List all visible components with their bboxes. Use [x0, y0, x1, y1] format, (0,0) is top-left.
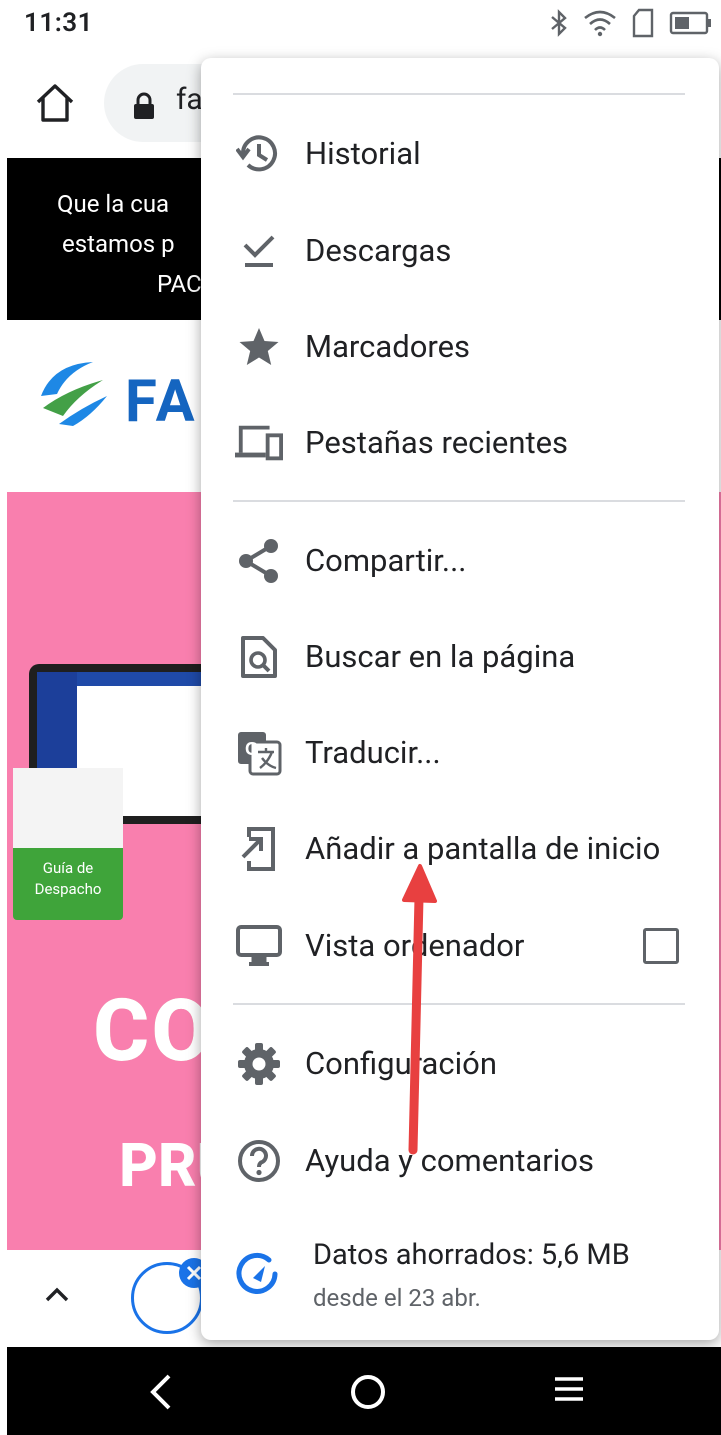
overflow-menu: Historial Descargas Marcadores Pestañas … — [201, 58, 719, 1340]
menu-item-label: Traducir... — [305, 734, 441, 771]
menu-item-label: Historial — [305, 135, 421, 172]
data-saver-subtitle: desde el 23 abr. — [313, 1284, 481, 1312]
menu-item-bookmarks[interactable]: Marcadores — [201, 299, 719, 395]
menu-item-label: Añadir a pantalla de inicio — [305, 830, 661, 867]
menu-divider — [233, 93, 685, 95]
menu-item-label: Compartir... — [305, 542, 467, 579]
menu-item-share[interactable]: Compartir... — [201, 513, 719, 609]
add-to-home-icon — [235, 825, 283, 873]
share-icon — [235, 537, 283, 585]
menu-item-help-feedback[interactable]: Ayuda y comentarios — [201, 1113, 719, 1209]
menu-item-label: Vista ordenador — [305, 927, 525, 964]
menu-item-history[interactable]: Historial — [201, 106, 719, 202]
translate-icon: G — [235, 729, 283, 777]
star-icon — [235, 323, 283, 371]
status-bar: 11:31 — [0, 0, 721, 48]
gear-icon — [235, 1040, 283, 1088]
site-logo-icon — [41, 362, 107, 426]
menu-item-translate[interactable]: G Traducir... — [201, 705, 719, 801]
home-nav-icon[interactable] — [349, 1373, 387, 1411]
menu-item-label: Descargas — [305, 232, 452, 269]
menu-item-recent-tabs[interactable]: Pestañas recientes — [201, 395, 719, 491]
desktop-icon — [235, 922, 283, 970]
desktop-site-checkbox[interactable] — [643, 928, 679, 964]
menu-item-add-to-home-screen[interactable]: Añadir a pantalla de inicio — [201, 801, 719, 897]
home-icon[interactable] — [34, 82, 76, 124]
menu-item-downloads[interactable]: Descargas — [201, 203, 719, 299]
find-in-page-icon — [235, 633, 283, 681]
sim-icon — [632, 8, 654, 38]
menu-divider — [233, 1003, 685, 1005]
menu-item-label: Configuración — [305, 1045, 497, 1082]
product-box-label: Guía de Despacho — [34, 859, 102, 898]
menu-item-find-in-page[interactable]: Buscar en la página — [201, 609, 719, 705]
site-brand: FA — [125, 368, 199, 436]
history-icon — [235, 130, 283, 178]
bluetooth-icon — [551, 9, 567, 37]
system-nav-bar — [7, 1347, 721, 1435]
lock-icon — [134, 92, 154, 119]
status-icons — [549, 8, 713, 38]
devices-icon — [235, 419, 283, 467]
help-icon — [235, 1137, 283, 1185]
status-time: 11:31 — [24, 8, 93, 38]
menu-item-label: Marcadores — [305, 328, 471, 365]
battery-icon — [669, 11, 711, 35]
svg-text:G: G — [245, 739, 259, 759]
download-check-icon — [235, 227, 283, 275]
menu-item-data-saver[interactable]: Datos ahorrados: 5,6 MB desde el 23 abr. — [201, 1218, 719, 1328]
menu-item-label: Pestañas recientes — [305, 424, 569, 461]
menu-item-label: Buscar en la página — [305, 638, 576, 675]
menu-divider — [233, 500, 685, 502]
product-box-image: Guía de Despacho — [13, 768, 123, 920]
wifi-icon — [584, 10, 616, 37]
data-saver-title: Datos ahorrados: 5,6 MB — [313, 1238, 630, 1272]
url-text: fa — [176, 82, 203, 117]
recents-menu-icon[interactable] — [553, 1373, 585, 1405]
hero-heading: CO — [93, 980, 213, 1081]
chevron-up-icon[interactable] — [43, 1284, 71, 1304]
menu-item-label: Ayuda y comentarios — [305, 1142, 594, 1179]
menu-item-desktop-site[interactable]: Vista ordenador — [201, 898, 719, 994]
data-saver-icon — [235, 1252, 283, 1300]
back-icon[interactable] — [147, 1373, 173, 1411]
menu-item-settings[interactable]: Configuración — [201, 1016, 719, 1112]
